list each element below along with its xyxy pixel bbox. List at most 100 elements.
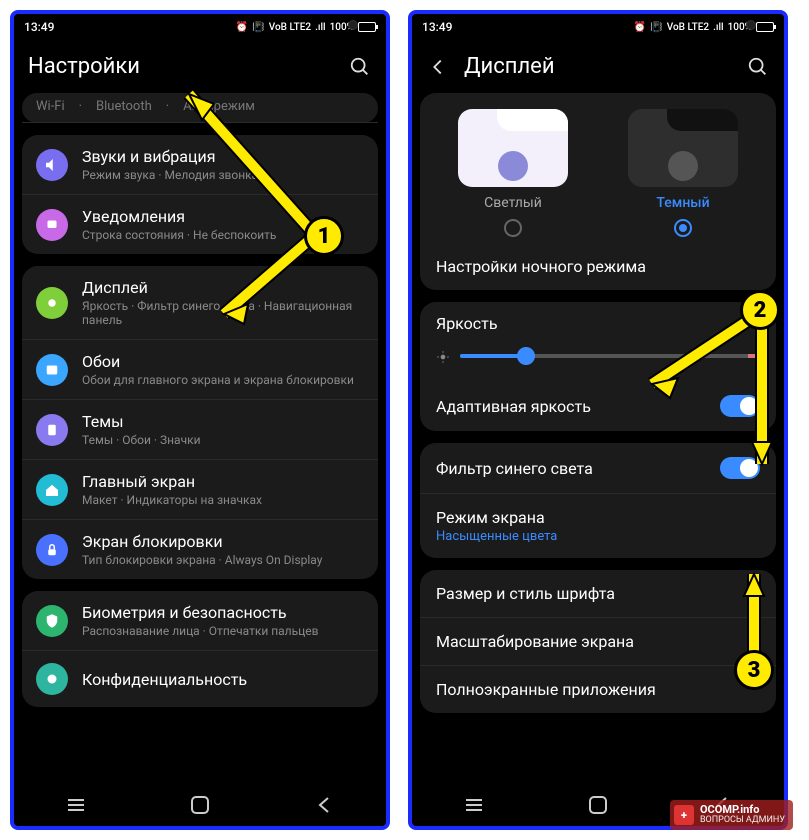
font-label: Размер и стиль шрифта <box>436 584 760 603</box>
brightness-block: Яркость <box>420 302 776 381</box>
brightness-label: Яркость <box>436 314 760 333</box>
status-time: 13:49 <box>422 20 452 34</box>
picture-icon <box>36 354 68 386</box>
row-blue-filter[interactable]: Фильтр синего света <box>420 443 776 494</box>
alarm-icon: ⏰ <box>634 22 646 33</box>
item-biometrics[interactable]: Биометрия и безопасность Распознавание л… <box>22 591 378 651</box>
vibrate-icon: 📳 <box>650 22 662 33</box>
page-title: Настройки <box>28 54 334 79</box>
theme-dark[interactable]: Темный <box>628 109 738 237</box>
item-sub: Макет · Индикаторы на значках <box>82 493 364 507</box>
brightness-low-icon <box>436 349 450 363</box>
switch-blue-filter[interactable] <box>720 457 760 479</box>
status-bar: 13:49 ⏰ 📳 VoB LTE2 .ıll 100% <box>14 14 386 40</box>
item-label: Конфиденциальность <box>82 670 364 689</box>
radio-dark[interactable] <box>674 219 692 237</box>
phone-display-settings: 13:49 ⏰ 📳 VoB LTE2 .ıll 100% Дисплей Све… <box>408 10 788 830</box>
phone-settings: 13:49 ⏰ 📳 VoB LTE2 .ıll 100% Настройки W… <box>10 10 390 830</box>
item-wallpaper[interactable]: Обои Обои для главного экрана и экрана б… <box>22 340 378 400</box>
item-privacy[interactable]: Конфиденциальность <box>22 651 378 707</box>
sun-icon <box>36 287 68 319</box>
nav-recents[interactable] <box>64 793 88 817</box>
net-label: VoB LTE2 <box>269 22 311 33</box>
vibrate-icon: 📳 <box>252 22 264 33</box>
watermark-line2: ВОПРОСЫ АДМИНУ <box>700 816 785 826</box>
item-label: Обои <box>82 352 364 371</box>
signal-icon: .ıll <box>315 22 326 33</box>
item-label: Звуки и вибрация <box>82 147 364 166</box>
signal-icon: .ıll <box>713 22 724 33</box>
bell-icon <box>36 209 68 241</box>
item-themes[interactable]: Темы Темы · Обои · Значки <box>22 400 378 460</box>
item-label: Уведомления <box>82 207 364 226</box>
item-lockscreen[interactable]: Экран блокировки Тип блокировки экрана ·… <box>22 520 378 579</box>
camera-notch <box>348 20 358 30</box>
row-night-mode[interactable]: Настройки ночного режима <box>420 243 776 290</box>
item-sub: Обои для главного экрана и экрана блокир… <box>82 373 364 387</box>
item-notifications[interactable]: Уведомления Строка состояния · Не беспок… <box>22 195 378 254</box>
item-display[interactable]: Дисплей Яркость · Фильтр синего света · … <box>22 266 378 340</box>
shield-icon <box>36 605 68 637</box>
net-label: VoB LTE2 <box>667 22 709 33</box>
row-scale[interactable]: Масштабирование экрана <box>420 618 776 666</box>
tab-bluetooth: Bluetooth <box>96 99 152 114</box>
screen-mode-label: Режим экрана <box>436 508 760 527</box>
item-sub: Темы · Обои · Значки <box>82 433 364 447</box>
fullscreen-apps-label: Полноэкранные приложения <box>436 680 760 699</box>
page-title: Дисплей <box>464 54 732 79</box>
brightness-slider[interactable] <box>460 354 760 358</box>
volume-icon <box>36 149 68 181</box>
nav-recents[interactable] <box>462 793 486 817</box>
status-bar: 13:49 ⏰ 📳 VoB LTE2 .ıll 100% <box>412 14 784 40</box>
palette-icon <box>36 414 68 446</box>
search-icon[interactable] <box>746 55 770 79</box>
nav-home[interactable] <box>586 793 610 817</box>
battery-icon <box>358 22 376 32</box>
tab-airplane: Авиарежим <box>183 99 255 114</box>
item-sub: Распознавание лица · Отпечатки пальцев <box>82 624 364 638</box>
settings-list[interactable]: Wi-Fi · Bluetooth · Авиарежим Звуки и ви… <box>14 93 386 784</box>
item-label: Дисплей <box>82 278 364 297</box>
plus-icon: + <box>674 805 694 825</box>
nav-bar <box>14 784 386 826</box>
radio-light[interactable] <box>504 219 522 237</box>
item-label: Экран блокировки <box>82 532 364 551</box>
theme-dark-label: Темный <box>656 195 709 211</box>
screen-mode-sub: Насыщенные цвета <box>436 529 760 544</box>
item-sub: Строка состояния · Не беспокоить <box>82 228 364 242</box>
row-screen-mode[interactable]: Режим экрана Насыщенные цвета <box>420 494 776 558</box>
alarm-icon: ⏰ <box>236 22 248 33</box>
battery-icon <box>756 22 774 32</box>
item-label: Биометрия и безопасность <box>82 603 364 622</box>
home-icon <box>36 474 68 506</box>
row-fullscreen-apps[interactable]: Полноэкранные приложения <box>420 666 776 713</box>
tab-wifi: Wi-Fi <box>36 99 65 114</box>
theme-picker: Светлый Темный <box>420 93 776 243</box>
theme-light-label: Светлый <box>484 195 542 211</box>
switch-adaptive[interactable] <box>720 395 760 417</box>
item-sub: Тип блокировки экрана · Always On Displa… <box>82 553 364 567</box>
camera-notch <box>746 20 756 30</box>
adaptive-label: Адаптивная яркость <box>436 397 710 416</box>
item-label: Темы <box>82 412 364 431</box>
nav-home[interactable] <box>188 793 212 817</box>
display-settings[interactable]: Светлый Темный Настройки ночного режима … <box>412 93 784 784</box>
watermark: + OCOMP.info ВОПРОСЫ АДМИНУ <box>670 800 793 830</box>
privacy-icon <box>36 663 68 695</box>
theme-light[interactable]: Светлый <box>458 109 568 237</box>
item-sub: Режим звука · Мелодия звонка <box>82 168 364 182</box>
item-sub: Яркость · Фильтр синего света · Навигаци… <box>82 299 364 327</box>
page-header: Дисплей <box>412 40 784 93</box>
status-time: 13:49 <box>24 20 54 34</box>
scale-label: Масштабирование экрана <box>436 632 760 651</box>
nav-back[interactable] <box>312 793 336 817</box>
back-icon[interactable] <box>426 55 450 79</box>
row-font[interactable]: Размер и стиль шрифта <box>420 570 776 618</box>
lock-icon <box>36 534 68 566</box>
connectivity-strip: Wi-Fi · Bluetooth · Авиарежим <box>22 93 378 123</box>
item-sounds[interactable]: Звуки и вибрация Режим звука · Мелодия з… <box>22 135 378 195</box>
search-icon[interactable] <box>348 55 372 79</box>
item-label: Главный экран <box>82 472 364 491</box>
row-adaptive-brightness[interactable]: Адаптивная яркость <box>420 381 776 431</box>
item-homescreen[interactable]: Главный экран Макет · Индикаторы на знач… <box>22 460 378 520</box>
